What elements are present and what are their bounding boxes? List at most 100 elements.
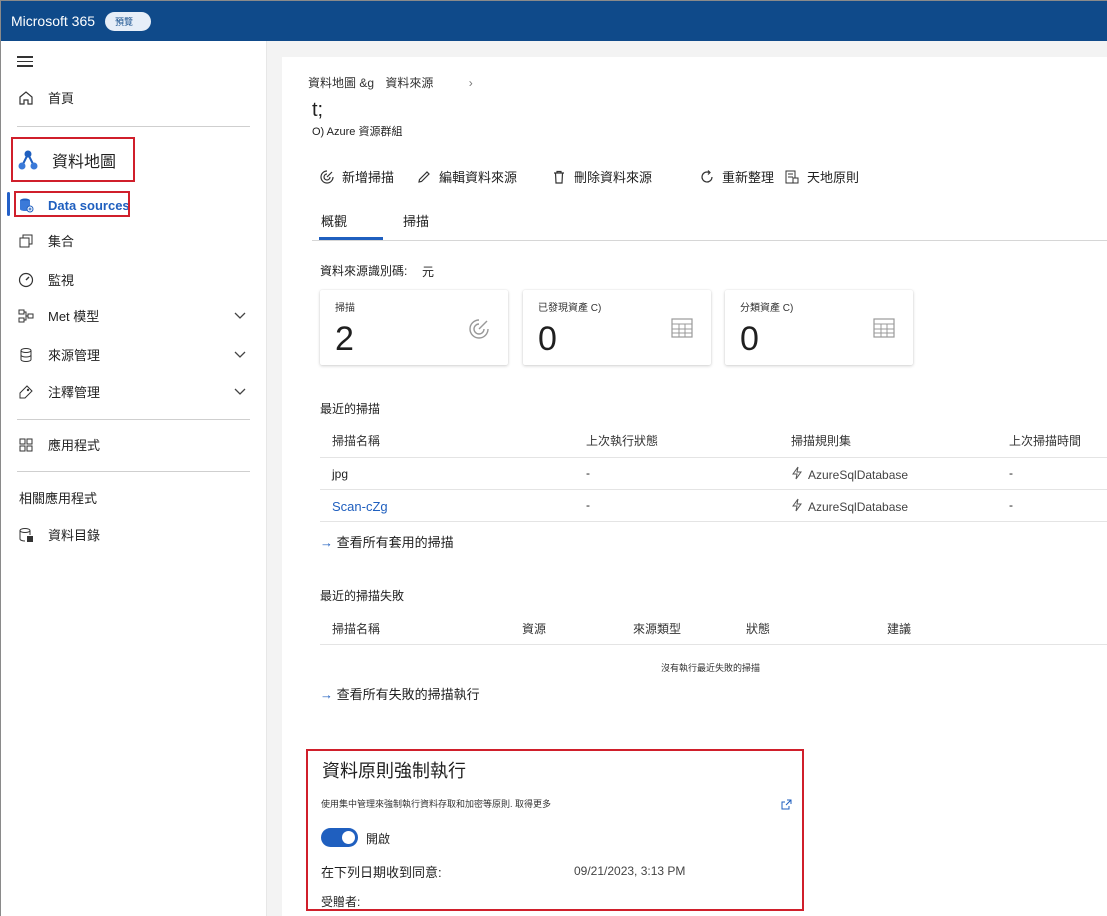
sidebar-item-source-management[interactable]: 來源管理 bbox=[17, 345, 257, 364]
sidebar-item-annotation-management[interactable]: 注釋管理 bbox=[17, 382, 257, 401]
policy-description: 使用集中管理來強制執行資料存取和加密等原則. 取得更多 bbox=[321, 799, 552, 809]
column-header[interactable]: 狀態 bbox=[746, 620, 770, 637]
scan-ruleset: AzureSqlDatabase bbox=[808, 500, 909, 514]
arrow-right-icon: → bbox=[320, 687, 333, 702]
policy-label: 天地原則 bbox=[807, 170, 860, 185]
catalog-icon bbox=[17, 526, 35, 544]
recent-scans-title: 最近的掃描 bbox=[320, 402, 381, 416]
row-divider bbox=[320, 521, 1107, 522]
pencil-icon bbox=[418, 170, 430, 183]
breadcrumb-chevron-icon: › bbox=[468, 76, 473, 90]
tab-scan[interactable]: 掃描 bbox=[403, 211, 429, 230]
card-label: 已發現資產 C) bbox=[538, 303, 602, 314]
row-divider bbox=[320, 644, 1107, 645]
delete-source-label: 刪除資料來源 bbox=[574, 170, 653, 185]
chevron-down-icon[interactable] bbox=[234, 385, 246, 399]
table-icon bbox=[873, 318, 895, 343]
consent-label: 在下列日期收到同意: bbox=[321, 865, 442, 880]
collections-icon bbox=[17, 232, 35, 250]
scan-name[interactable]: jpg bbox=[332, 467, 348, 481]
sidebar-item-label: 首頁 bbox=[48, 91, 75, 106]
delete-source-button[interactable]: 刪除資料來源 bbox=[551, 167, 652, 186]
sidebar-item-collections[interactable]: 集合 bbox=[17, 231, 74, 250]
sidebar: 首頁 資料地圖 Data sources 集合 監視 Met 模型 來源管理 注… bbox=[1, 41, 267, 916]
column-header[interactable]: 掃描名稱 bbox=[332, 432, 380, 449]
view-all-failures-link[interactable]: → 查看所有失敗的掃描執行 bbox=[320, 684, 480, 703]
annotation-icon bbox=[17, 383, 35, 401]
divider bbox=[17, 126, 250, 127]
policy-icon bbox=[785, 170, 799, 183]
sidebar-item-data-catalog[interactable]: 資料目錄 bbox=[17, 525, 100, 544]
column-header[interactable]: 資源 bbox=[522, 620, 546, 637]
scan-ruleset: AzureSqlDatabase bbox=[808, 468, 909, 482]
discovered-assets-card: 已發現資產 C) 0 bbox=[523, 290, 711, 365]
trash-icon bbox=[554, 170, 564, 184]
new-scan-button[interactable]: 新增掃描 bbox=[319, 167, 394, 186]
card-value: 0 bbox=[740, 320, 759, 358]
column-header[interactable]: 掃描規則集 bbox=[791, 432, 851, 449]
toggle-label: 開啟 bbox=[366, 832, 391, 846]
related-apps-heading: 相關應用程式 bbox=[19, 491, 98, 506]
highlight-box bbox=[14, 191, 130, 217]
scan-status: - bbox=[586, 498, 590, 512]
page-title: t; bbox=[312, 99, 324, 121]
active-indicator bbox=[7, 192, 10, 216]
tab-divider bbox=[312, 240, 1107, 241]
sidebar-item-label: 監視 bbox=[48, 273, 75, 288]
sidebar-item-home[interactable]: 首頁 bbox=[17, 88, 74, 107]
scan-time: - bbox=[1009, 466, 1013, 480]
sidebar-item-label: 應用程式 bbox=[48, 438, 101, 453]
scan-status: - bbox=[586, 466, 590, 480]
sidebar-item-applications[interactable]: 應用程式 bbox=[17, 435, 100, 454]
source-id-value: 元 bbox=[422, 265, 435, 279]
card-value: 0 bbox=[538, 320, 557, 358]
sidebar-item-label: 來源管理 bbox=[48, 348, 101, 363]
column-header[interactable]: 建議 bbox=[887, 620, 911, 637]
scan-name-link[interactable]: Scan-cZg bbox=[332, 499, 388, 514]
column-header[interactable]: 上次執行狀態 bbox=[586, 432, 658, 449]
policy-button[interactable]: 天地原則 bbox=[784, 167, 859, 186]
sidebar-item-label: Met 模型 bbox=[48, 309, 100, 324]
breadcrumb: 資料地圖 &g 資料來源 › bbox=[308, 74, 473, 91]
tab-overview[interactable]: 概觀 bbox=[321, 211, 347, 230]
empty-state-message: 沒有執行最近失敗的掃描 bbox=[661, 663, 761, 673]
chevron-down-icon[interactable] bbox=[234, 309, 246, 323]
sidebar-item-monitoring[interactable]: 監視 bbox=[17, 270, 74, 289]
brand-title[interactable]: Microsoft 365 bbox=[11, 13, 95, 29]
policy-title: 資料原則強制執行 bbox=[322, 761, 466, 781]
classified-assets-card: 分類資產 C) 0 bbox=[725, 290, 913, 365]
policy-toggle[interactable] bbox=[321, 828, 358, 847]
lightning-icon bbox=[791, 498, 803, 517]
column-header[interactable]: 掃描名稱 bbox=[332, 620, 380, 637]
new-scan-label: 新增掃描 bbox=[342, 170, 395, 185]
sidebar-item-meta-model[interactable]: Met 模型 bbox=[17, 306, 257, 325]
row-divider bbox=[320, 457, 1107, 458]
chevron-down-icon[interactable] bbox=[234, 348, 246, 362]
edit-source-button[interactable]: 編輯資料來源 bbox=[416, 167, 517, 186]
sidebar-item-label: 資料目錄 bbox=[48, 528, 101, 543]
gauge-icon bbox=[17, 271, 35, 289]
model-icon bbox=[17, 307, 35, 325]
arrow-right-icon: → bbox=[320, 535, 333, 550]
page-subtitle: O) Azure 資源群組 bbox=[312, 126, 403, 138]
breadcrumb-item-data-map[interactable]: 資料地圖 &g bbox=[308, 76, 374, 90]
scan-count-card: 掃描 2 bbox=[320, 290, 508, 365]
card-value: 2 bbox=[335, 320, 354, 358]
apps-icon bbox=[17, 436, 35, 454]
view-all-failures-label: 查看所有失敗的掃描執行 bbox=[336, 687, 480, 702]
external-link-icon[interactable] bbox=[781, 797, 792, 815]
view-all-scans-link[interactable]: → 查看所有套用的掃描 bbox=[320, 532, 454, 551]
top-bar: Microsoft 365 預覽 bbox=[1, 1, 1107, 41]
divider bbox=[17, 471, 250, 472]
hamburger-menu-icon[interactable] bbox=[17, 56, 33, 68]
column-header[interactable]: 上次掃描時間 bbox=[1009, 432, 1081, 449]
column-header[interactable]: 來源類型 bbox=[633, 620, 681, 637]
card-label: 分類資產 C) bbox=[740, 303, 794, 314]
scan-icon bbox=[468, 318, 490, 345]
home-icon bbox=[17, 89, 35, 107]
consent-date: 09/21/2023, 3:13 PM bbox=[574, 864, 686, 878]
refresh-button[interactable]: 重新整理 bbox=[699, 167, 774, 186]
preview-badge: 預覽 bbox=[105, 11, 152, 31]
lightning-icon bbox=[791, 466, 803, 485]
breadcrumb-item-data-sources[interactable]: 資料來源 bbox=[385, 76, 433, 90]
